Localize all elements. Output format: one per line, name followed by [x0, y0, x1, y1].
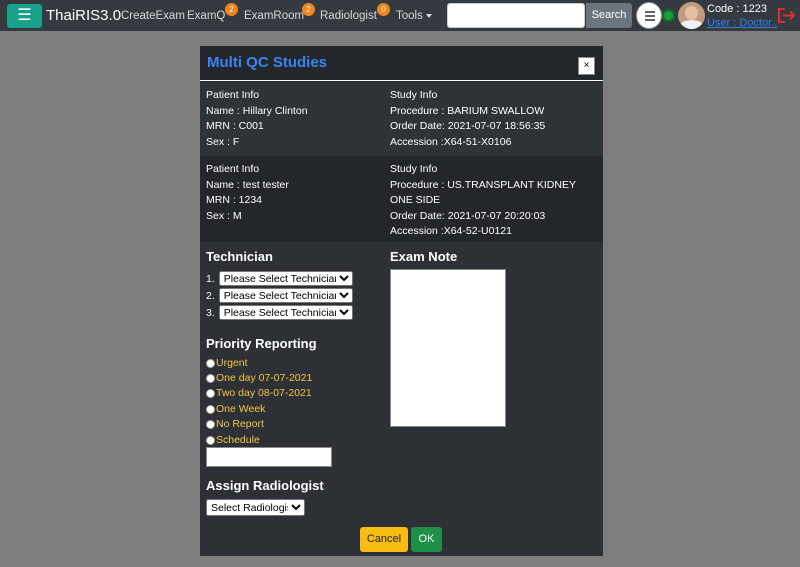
- modal-footer: Cancel OK: [200, 522, 603, 556]
- priority-label: Schedule: [216, 434, 260, 446]
- technician-number: 1.: [206, 273, 215, 285]
- multi-qc-modal: Multi QC Studies × Patient Info Name : H…: [200, 46, 603, 556]
- tools-label: Tools: [396, 10, 423, 22]
- priority-option-one-day[interactable]: One day 07-07-2021: [206, 372, 312, 384]
- priority-title: Priority Reporting: [206, 336, 317, 351]
- radiologist-select[interactable]: Select Radiologist: [206, 499, 305, 516]
- schedule-date-input[interactable]: [206, 447, 332, 467]
- priority-option-two-day[interactable]: Two day 08-07-2021: [206, 387, 312, 399]
- study-row: Patient Info Name : test tester MRN : 12…: [200, 156, 603, 242]
- patient-name: Name : test tester: [206, 178, 289, 191]
- priority-label: No Report: [216, 418, 264, 430]
- study-accession: Accession :X64-51-X0106: [390, 135, 512, 148]
- technician-3-select[interactable]: Please Select Technician 3: [218, 305, 353, 320]
- modal-title: Multi QC Studies: [207, 54, 327, 71]
- study-info-header: Study Info: [390, 89, 438, 101]
- priority-label: One day 07-07-2021: [216, 372, 313, 384]
- radio-icon[interactable]: [206, 435, 215, 445]
- priority-option-one-week[interactable]: One Week: [206, 403, 265, 415]
- brand-title[interactable]: ThaiRIS3.0: [46, 7, 121, 24]
- study-order-date: Order Date: 2021-07-07 18:56:35: [390, 120, 546, 132]
- radio-icon[interactable]: [206, 358, 215, 368]
- ok-button[interactable]: OK: [411, 527, 442, 552]
- search-input[interactable]: [447, 3, 585, 28]
- hamburger-menu-icon[interactable]: ☰: [7, 4, 42, 28]
- technician-1-select[interactable]: Please Select Technician 1: [218, 271, 353, 286]
- logout-icon[interactable]: [778, 8, 796, 23]
- caret-down-icon: [425, 13, 432, 18]
- priority-label: One Week: [216, 403, 266, 415]
- patient-name: Name : Hillary Clinton: [206, 104, 308, 117]
- nav-tools[interactable]: Tools: [396, 10, 432, 22]
- study-procedure: Procedure : US.TRANSPLANT KIDNEY ONE SID…: [390, 178, 576, 207]
- nav-radiologist[interactable]: Radiologist: [320, 10, 377, 22]
- patient-sex: Sex : F: [206, 135, 240, 148]
- radio-icon[interactable]: [206, 373, 215, 383]
- study-row: Patient Info Name : Hillary Clinton MRN …: [200, 82, 603, 156]
- modal-header: Multi QC Studies ×: [200, 46, 603, 81]
- nav-examq[interactable]: ExamQ: [187, 10, 225, 22]
- cancel-button[interactable]: Cancel: [360, 527, 408, 552]
- user-code: Code : 1223: [707, 3, 767, 15]
- priority-label: Two day 08-07-2021: [216, 387, 312, 399]
- technician-title: Technician: [206, 249, 273, 264]
- patient-info-header: Patient Info: [206, 163, 260, 175]
- exam-note-title: Exam Note: [390, 249, 458, 264]
- avatar[interactable]: [678, 2, 705, 29]
- study-accession: Accession :X64-52-U0121: [390, 225, 512, 237]
- study-info-header: Study Info: [390, 163, 438, 175]
- patient-info: Patient Info Name : test tester MRN : 12…: [206, 162, 386, 224]
- top-navbar: ☰ ThaiRIS3.0 CreateExam ExamQ 2 ExamRoom…: [0, 0, 800, 31]
- study-info: Study Info Procedure : BARIUM SWALLOW Or…: [390, 88, 595, 150]
- patient-info: Patient Info Name : Hillary Clinton MRN …: [206, 88, 386, 150]
- priority-option-urgent[interactable]: Urgent: [206, 357, 248, 369]
- patient-sex: Sex : M: [206, 209, 242, 222]
- technician-number: 3.: [206, 307, 215, 319]
- nav-examroom[interactable]: ExamRoom: [244, 10, 304, 22]
- patient-mrn: MRN : 1234: [206, 194, 263, 206]
- assign-radiologist-title: Assign Radiologist: [206, 478, 324, 493]
- search-button[interactable]: Search: [586, 3, 632, 28]
- radio-icon[interactable]: [206, 404, 215, 414]
- exam-note-textarea[interactable]: [390, 269, 506, 427]
- priority-option-no-report[interactable]: No Report: [206, 418, 264, 430]
- technician-row-3: 3. Please Select Technician 3: [206, 305, 353, 320]
- study-info: Study Info Procedure : US.TRANSPLANT KID…: [390, 162, 595, 240]
- radio-icon[interactable]: [206, 388, 215, 398]
- user-link[interactable]: User : Doctor..: [707, 17, 777, 29]
- technician-row-2: 2. Please Select Technician 2: [206, 288, 353, 303]
- document-icon[interactable]: [636, 2, 662, 29]
- study-procedure: Procedure : BARIUM SWALLOW: [390, 104, 545, 117]
- radiologist-count-badge: 0: [377, 3, 390, 16]
- priority-option-schedule[interactable]: Schedule: [206, 434, 260, 446]
- patient-mrn: MRN : C001: [206, 120, 264, 132]
- priority-label: Urgent: [216, 357, 248, 369]
- nav-create-exam[interactable]: CreateExam: [121, 10, 185, 22]
- study-order-date: Order Date: 2021-07-07 20:20:03: [390, 209, 546, 222]
- examroom-count-badge: 2: [302, 3, 315, 16]
- technician-row-1: 1. Please Select Technician 1: [206, 271, 353, 286]
- technician-number: 2.: [206, 290, 215, 302]
- radio-icon[interactable]: [206, 419, 215, 429]
- technician-2-select[interactable]: Please Select Technician 2: [218, 288, 353, 303]
- close-button[interactable]: ×: [578, 57, 595, 75]
- examq-count-badge: 2: [225, 3, 238, 16]
- online-status-icon: [662, 9, 675, 22]
- patient-info-header: Patient Info: [206, 89, 260, 101]
